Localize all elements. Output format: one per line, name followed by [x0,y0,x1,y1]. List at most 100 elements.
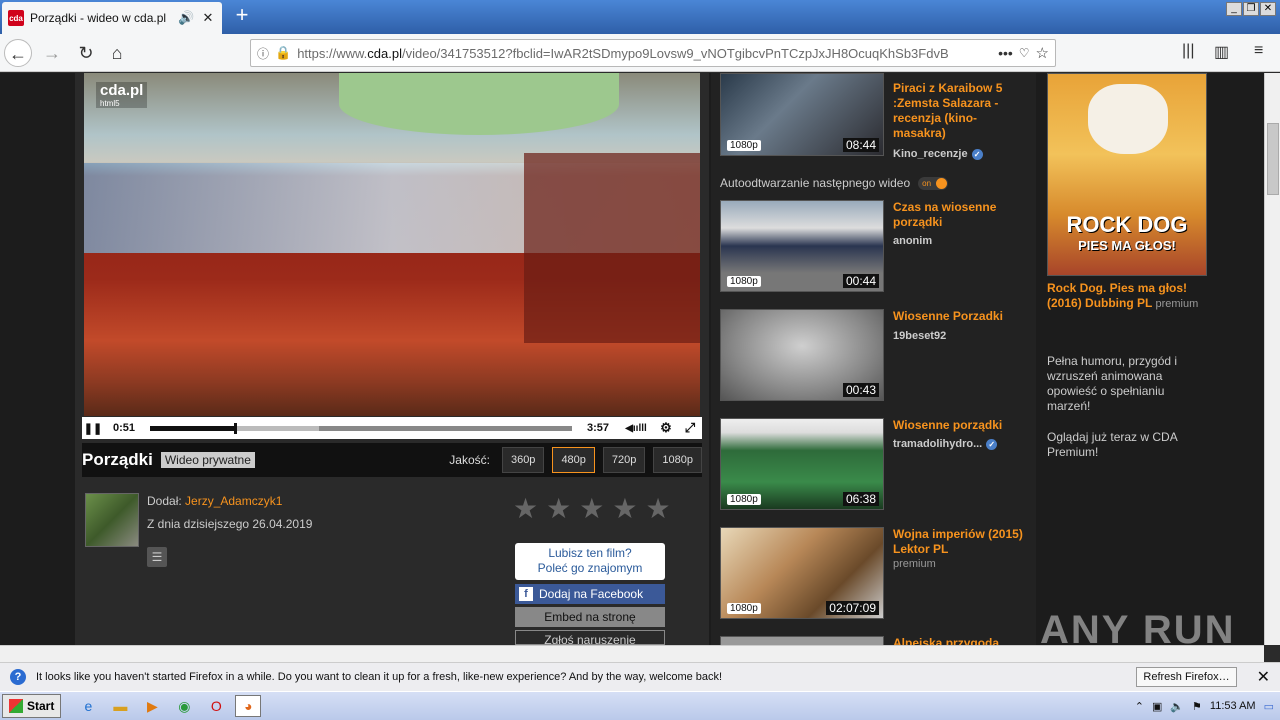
progress-handle[interactable] [234,422,238,434]
quality-360p-button[interactable]: 360p [501,447,545,473]
progress-bar[interactable] [150,422,572,434]
list-item[interactable]: 1080p 02:07:09 Wojna imperiów (2015) Lek… [720,527,1030,619]
video-title-link[interactable]: Wiosenne Porzadki [893,309,1028,324]
video-title-link[interactable]: Wojna imperiów (2015) Lektor PL [893,527,1028,557]
sidebar-icon[interactable]: ▥ [1214,42,1229,62]
pause-icon[interactable]: ❚❚ [82,422,104,435]
video-thumbnail[interactable]: 1080p 00:44 [720,200,884,292]
show-desktop-icon[interactable]: ▭ [1264,700,1274,713]
ad-description: Pełna humoru, przygód i wzruszeń animowa… [1047,354,1178,413]
info-icon[interactable]: ⓘ [257,45,269,62]
tab-close-icon[interactable]: ✕ [200,10,216,26]
avatar[interactable] [85,493,139,547]
network-icon[interactable]: ▣ [1152,700,1162,713]
volume-icon[interactable]: ◀ıılll [618,423,654,434]
url-text[interactable]: https://www.cda.pl/video/341753512?fbcli… [297,46,992,61]
folder-icon[interactable]: ▬ [107,695,133,717]
flag-icon[interactable]: ⚑ [1192,700,1202,713]
video-author[interactable]: anonim [893,235,932,247]
video-title-link[interactable]: Piraci z Karaibow 5 :Zemsta Salazara - r… [893,81,1028,141]
quality-480p-button[interactable]: 480p [552,447,595,473]
speaker-icon[interactable]: 🔊 [178,10,194,26]
star-icon[interactable]: ★ [645,495,670,523]
list-item[interactable]: Alpejska przygoda [720,636,1030,645]
minimize-button[interactable]: _ [1226,2,1242,16]
upload-date: Z dnia dzisiejszego 26.04.2019 [147,517,313,531]
ad-poster[interactable]: ROCK DOG PIES MA GŁOS! [1047,73,1207,276]
poster-title: ROCK DOG [1066,212,1188,237]
uploader-link[interactable]: Jerzy_Adamczyk1 [185,494,282,508]
restore-button[interactable]: ❐ [1243,2,1259,16]
video-thumbnail[interactable]: 1080p 08:44 [720,73,884,156]
video-frame-plate [339,73,619,135]
video-title-link[interactable]: Alpejska przygoda [893,636,1028,645]
reload-icon[interactable]: ↻ [72,39,100,67]
list-item[interactable]: 1080p 08:44 Piraci z Karaibow 5 :Zemsta … [720,73,1030,165]
refresh-firefox-button[interactable]: Refresh Firefox… [1136,667,1237,687]
menu-icon[interactable]: ≡ [1254,42,1263,60]
chrome-icon[interactable]: ◉ [171,695,197,717]
verified-icon: ✓ [986,439,998,450]
new-tab-button[interactable]: + [230,4,254,28]
video-thumbnail[interactable]: 1080p 02:07:09 [720,527,884,619]
page-title: Porządki [82,450,153,469]
poster-subtitle: PIES MA GŁOS! [1078,238,1176,253]
star-icon[interactable]: ★ [612,495,637,523]
firefox-icon[interactable]: ◕ [235,695,262,717]
back-arrow-icon[interactable]: ← [4,39,32,67]
embed-button[interactable]: Embed na stronę [515,607,665,627]
scrollbar-thumb[interactable] [1267,123,1279,195]
quality-720p-button[interactable]: 720p [602,447,646,473]
video-author[interactable]: 19beset92 [893,330,946,342]
video-author[interactable]: tramadolihydro... ✓ [893,438,998,450]
uploader-info: Dodał: Jerzy_Adamczyk1 [147,494,283,508]
ad-title[interactable]: Rock Dog. Pies ma głos! (2016) Dubbing P… [1047,281,1217,312]
quality-badge: 1080p [727,276,761,287]
video-thumbnail[interactable] [720,636,884,645]
tab-title: Porządki - wideo w cda.pl [30,11,167,25]
start-button[interactable]: Start [2,694,62,718]
volume-tray-icon[interactable]: 🔈 [1170,700,1184,713]
url-bar[interactable]: ⓘ 🔒 https://www.cda.pl/video/341753512?f… [250,39,1056,67]
ie-icon[interactable]: e [75,695,101,717]
quality-1080p-button[interactable]: 1080p [653,447,702,473]
pocket-icon[interactable]: ♡ [1019,46,1030,60]
close-icon[interactable]: ✕ [1257,667,1270,687]
video-title-link[interactable]: Wiosenne porządki [893,418,1028,433]
more-menu-icon[interactable]: ☰ [147,547,167,567]
forward-arrow-icon[interactable]: → [38,39,66,67]
autoplay-toggle[interactable]: on [918,176,949,190]
video-thumbnail[interactable]: 00:43 [720,309,884,401]
star-icon[interactable]: ★ [513,495,538,523]
settings-gear-icon[interactable]: ⚙ [654,420,678,436]
close-window-button[interactable]: ✕ [1260,2,1276,16]
vertical-scrollbar[interactable] [1264,73,1280,645]
home-icon[interactable]: ⌂ [103,39,131,67]
tray-arrow-icon[interactable]: ⌃ [1135,700,1144,713]
fullscreen-icon[interactable]: ⤢ [678,420,702,436]
report-button[interactable]: Zgłoś naruszenie [515,630,665,645]
video-author[interactable]: Kino_recenzje ✓ [893,148,983,160]
list-item[interactable]: 00:43 Wiosenne Porzadki 19beset92 [720,309,1030,401]
list-item[interactable]: 1080p 06:38 Wiosenne porządki tramadolih… [720,418,1030,510]
facebook-share-button[interactable]: f Dodaj na Facebook [515,584,665,604]
list-item[interactable]: 1080p 00:44 Czas na wiosenne porządki an… [720,200,1030,292]
tab-active[interactable]: cda Porządki - wideo w cda.pl 🔊 ✕ [2,2,222,34]
current-time: 0:51 [112,422,136,434]
star-icon[interactable]: ★ [546,495,571,523]
library-icon[interactable]: ||| [1182,42,1194,60]
clock: 11:53 AM [1209,700,1256,712]
media-player-icon[interactable]: ▶ [139,695,165,717]
video-player[interactable] [84,73,700,416]
video-title-link[interactable]: Czas na wiosenne porządki [893,200,1028,230]
bookmark-star-icon[interactable]: ☆ [1036,44,1049,62]
autoplay-label: Autoodtwarzanie następnego wideo [720,176,911,190]
video-thumbnail[interactable]: 1080p 06:38 [720,418,884,510]
page-actions-icon[interactable]: ••• [998,45,1013,61]
notification-bar: ? It looks like you haven't started Fire… [0,662,1280,691]
share-prompt-line2: Poleć go znajomym [537,561,643,575]
star-icon[interactable]: ★ [579,495,604,523]
horizontal-scrollbar[interactable] [0,645,1264,662]
opera-icon[interactable]: O [203,695,229,717]
question-icon: ? [10,669,26,685]
